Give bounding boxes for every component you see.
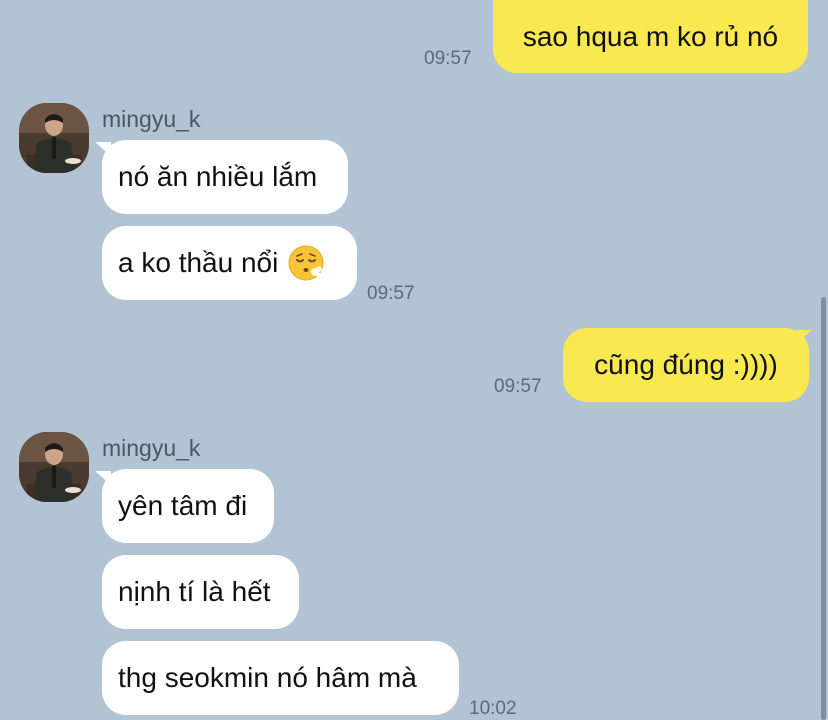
- message-text: thg seokmin nó hâm mà: [118, 662, 417, 693]
- message-text: cũng đúng :)))): [594, 349, 778, 380]
- message-text: nó ăn nhiều lắm: [118, 161, 318, 192]
- scrollbar[interactable]: [821, 297, 826, 720]
- message-text: a ko thầu nổi: [118, 247, 279, 278]
- sent-message-bubble[interactable]: sao hqua m ko rủ nó: [493, 0, 808, 73]
- message-timestamp: 10:02: [469, 698, 517, 719]
- contact-avatar[interactable]: [19, 432, 89, 502]
- contact-name: mingyu_k: [102, 435, 201, 461]
- contact-name: mingyu_k: [102, 106, 201, 132]
- received-message-bubble[interactable]: nịnh tí là hết: [102, 555, 299, 629]
- received-message-bubble[interactable]: thg seokmin nó hâm mà: [102, 641, 459, 715]
- message-timestamp: 09:57: [424, 48, 472, 69]
- message-timestamp: 09:57: [367, 283, 415, 304]
- sent-message-bubble[interactable]: cũng đúng :)))): [563, 328, 809, 402]
- message-text: nịnh tí là hết: [118, 576, 271, 607]
- message-timestamp: 09:57: [494, 376, 542, 397]
- message-text: sao hqua m ko rủ nó: [522, 20, 779, 52]
- message-text: yên tâm đi: [118, 490, 248, 521]
- received-message-bubble[interactable]: nó ăn nhiều lắm: [102, 140, 348, 214]
- contact-avatar[interactable]: [19, 103, 89, 173]
- received-message-bubble[interactable]: a ko thầu nổi: [102, 226, 357, 300]
- exhaling-face-icon: [288, 245, 324, 281]
- received-message-bubble[interactable]: yên tâm đi: [102, 469, 274, 543]
- chat-message-list[interactable]: 09:57 sao hqua m ko rủ nó mingyu_k nó ăn…: [0, 0, 828, 720]
